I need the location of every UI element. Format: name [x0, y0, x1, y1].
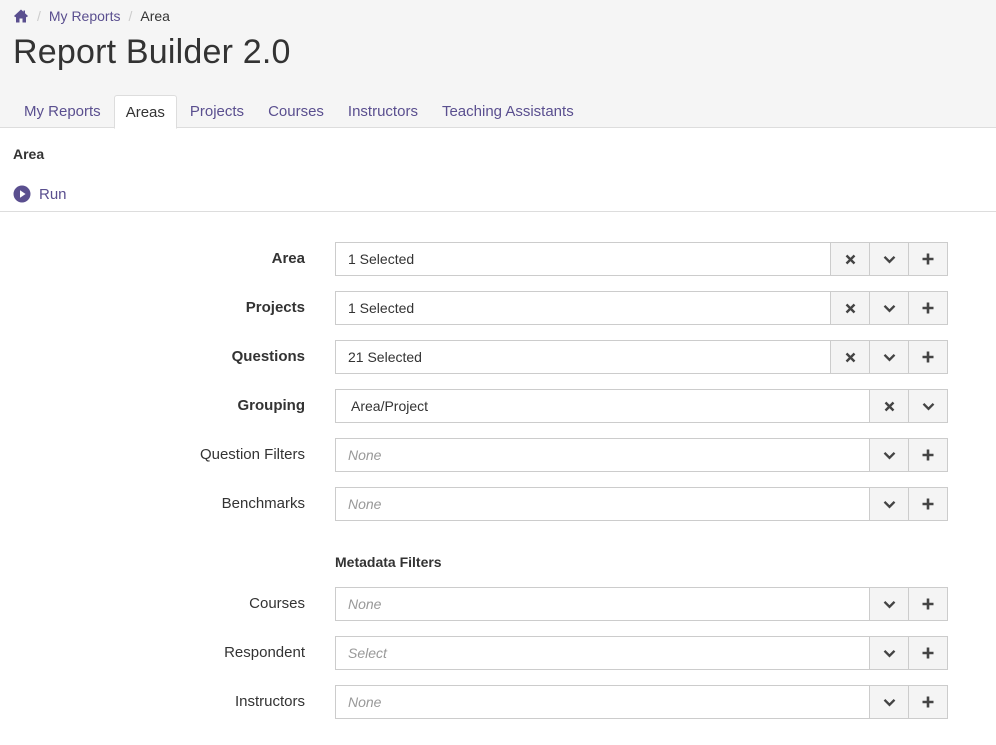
placeholder-value[interactable]: None — [336, 588, 869, 620]
chevron-down-icon — [883, 304, 896, 313]
close-icon — [845, 303, 856, 314]
questions-select[interactable]: 21 Selected — [335, 340, 948, 374]
dropdown-button[interactable] — [869, 686, 908, 718]
chevron-down-icon — [922, 402, 935, 411]
plus-icon — [922, 351, 934, 363]
area-select[interactable]: 1 Selected — [335, 242, 948, 276]
metadata-filters-heading: Metadata Filters — [335, 554, 442, 570]
chevron-down-icon — [883, 649, 896, 658]
placeholder-value[interactable]: None — [336, 488, 869, 520]
dropdown-button[interactable] — [869, 637, 908, 669]
question-filters-select[interactable]: None — [335, 438, 948, 472]
form-row-area: Area 1 Selected — [0, 242, 996, 276]
field-label: Courses — [249, 595, 305, 612]
dropdown-button[interactable] — [869, 341, 908, 373]
run-label: Run — [39, 185, 67, 203]
selected-value[interactable]: 1 Selected — [336, 292, 830, 324]
breadcrumb-separator: / — [37, 8, 41, 24]
chevron-down-icon — [883, 255, 896, 264]
page-title: Report Builder 2.0 — [13, 33, 291, 71]
placeholder-value[interactable]: None — [336, 439, 869, 471]
breadcrumb-my-reports[interactable]: My Reports — [49, 8, 121, 24]
plus-icon — [922, 647, 934, 659]
benchmarks-select[interactable]: None — [335, 487, 948, 521]
plus-icon — [922, 696, 934, 708]
dropdown-button[interactable] — [869, 588, 908, 620]
add-button[interactable] — [908, 243, 947, 275]
courses-select[interactable]: None — [335, 587, 948, 621]
clear-button[interactable] — [830, 292, 869, 324]
form-row-instructors: Instructors None — [0, 685, 996, 719]
form-row-courses: Courses None — [0, 587, 996, 621]
dropdown-button[interactable] — [869, 243, 908, 275]
play-circle-icon — [13, 185, 31, 203]
dropdown-button[interactable] — [908, 390, 947, 422]
add-button[interactable] — [908, 488, 947, 520]
placeholder-value[interactable]: Select — [336, 637, 869, 669]
chevron-down-icon — [883, 451, 896, 460]
add-button[interactable] — [908, 637, 947, 669]
placeholder-value[interactable]: None — [336, 686, 869, 718]
field-label: Question Filters — [199, 446, 305, 463]
chevron-down-icon — [883, 353, 896, 362]
tab-projects[interactable]: Projects — [179, 95, 255, 128]
selected-value[interactable]: 1 Selected — [336, 243, 830, 275]
close-icon — [845, 352, 856, 363]
chevron-down-icon — [883, 698, 896, 707]
dropdown-button[interactable] — [869, 439, 908, 471]
form-row-benchmarks: Benchmarks None — [0, 487, 996, 521]
divider — [0, 211, 996, 212]
tab-courses[interactable]: Courses — [257, 95, 335, 128]
tab-my-reports[interactable]: My Reports — [13, 95, 112, 128]
field-label: Instructors — [234, 693, 305, 710]
chevron-down-icon — [883, 500, 896, 509]
add-button[interactable] — [908, 341, 947, 373]
tab-teaching-assistants[interactable]: Teaching Assistants — [431, 95, 585, 128]
clear-button[interactable] — [830, 243, 869, 275]
plus-icon — [922, 302, 934, 314]
respondent-select[interactable]: Select — [335, 636, 948, 670]
field-label: Respondent — [224, 644, 305, 661]
section-title: Area — [13, 146, 45, 162]
close-icon — [845, 254, 856, 265]
home-icon[interactable] — [13, 8, 29, 24]
tab-areas[interactable]: Areas — [113, 95, 177, 129]
field-label: Grouping — [237, 397, 306, 414]
form-row-projects: Projects 1 Selected — [0, 291, 996, 325]
selected-value[interactable]: 21 Selected — [336, 341, 830, 373]
plus-icon — [922, 498, 934, 510]
add-button[interactable] — [908, 439, 947, 471]
instructors-select[interactable]: None — [335, 685, 948, 719]
run-button[interactable]: Run — [13, 185, 67, 203]
field-label: Questions — [231, 348, 305, 365]
form-row-respondent: Respondent Select — [0, 636, 996, 670]
add-button[interactable] — [908, 588, 947, 620]
selected-value[interactable]: Area/Project — [336, 390, 869, 422]
breadcrumb-separator: / — [128, 8, 133, 24]
plus-icon — [922, 449, 934, 461]
form-row-grouping: Grouping Area/Project — [0, 389, 996, 423]
dropdown-button[interactable] — [869, 292, 908, 324]
field-label: Benchmarks — [221, 495, 305, 512]
breadcrumb: / My Reports / Area — [13, 7, 170, 25]
plus-icon — [922, 598, 934, 610]
form-row-questions: Questions 21 Selected — [0, 340, 996, 374]
tab-instructors[interactable]: Instructors — [337, 95, 429, 128]
tab-bar: My Reports Areas Projects Courses Instru… — [13, 95, 587, 129]
clear-button[interactable] — [830, 341, 869, 373]
add-button[interactable] — [908, 292, 947, 324]
field-label: Area — [271, 250, 305, 267]
projects-select[interactable]: 1 Selected — [335, 291, 948, 325]
chevron-down-icon — [883, 600, 896, 609]
close-icon — [884, 401, 895, 412]
form-row-question-filters: Question Filters None — [0, 438, 996, 472]
breadcrumb-current: Area — [140, 8, 170, 24]
add-button[interactable] — [908, 686, 947, 718]
dropdown-button[interactable] — [869, 488, 908, 520]
page-header: / My Reports / Area Report Builder 2.0 M… — [0, 0, 996, 129]
clear-button[interactable] — [869, 390, 908, 422]
field-label: Projects — [245, 299, 305, 316]
grouping-select[interactable]: Area/Project — [335, 389, 948, 423]
plus-icon — [922, 253, 934, 265]
